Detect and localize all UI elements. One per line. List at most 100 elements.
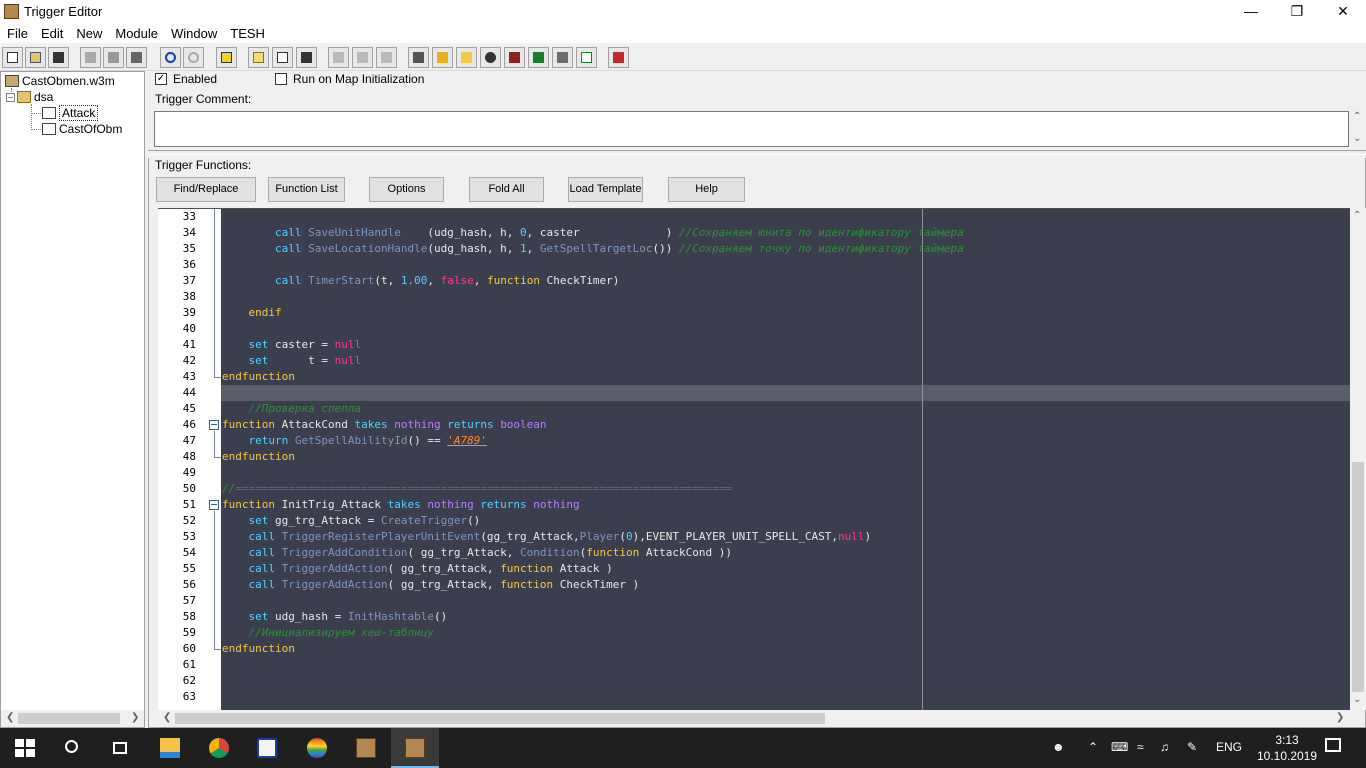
code-line-39: endif (248, 306, 282, 319)
volume-icon[interactable]: ♫ (1160, 740, 1169, 754)
module-icon[interactable] (552, 47, 573, 68)
minimize-button[interactable]: — (1228, 0, 1274, 24)
pen-icon[interactable]: ✎ (1187, 740, 1197, 754)
notifications-icon[interactable] (1325, 738, 1341, 752)
code-line-58: set udg_hash = InitHashtable() (248, 610, 448, 623)
tree-item-map[interactable]: CastObmen.w3m (5, 73, 115, 89)
wifi-icon[interactable]: ≈ (1137, 740, 1144, 754)
cut-icon[interactable] (80, 47, 101, 68)
new-comment-icon[interactable] (296, 47, 317, 68)
code-line-53: call TriggerRegisterPlayerUnitEvent(gg_t… (248, 530, 872, 543)
menu-window[interactable]: Window (164, 24, 223, 43)
redo-icon[interactable] (183, 47, 204, 68)
editor-horizontal-scrollbar[interactable]: ❮ ❯ (158, 710, 1350, 727)
code-line-43: endfunction (222, 370, 295, 383)
collapse-icon[interactable]: – (6, 92, 15, 102)
close-button[interactable]: ✕ (1320, 0, 1366, 24)
language-indicator[interactable]: ENG (1216, 740, 1242, 754)
trigger-editor-icon (4, 4, 19, 19)
scroll-left-icon[interactable]: ❮ (163, 712, 171, 723)
export-icon[interactable] (576, 47, 597, 68)
trigger-comment-field[interactable] (154, 111, 1349, 147)
people-icon[interactable]: ☻ (1052, 740, 1065, 754)
scroll-left-icon[interactable]: ❮ (6, 712, 14, 723)
load-template-button[interactable]: Load Template (568, 177, 643, 202)
tree-item-trigger-castofobm[interactable]: CastOfObm (42, 121, 122, 137)
menu-tesh[interactable]: TESH (223, 24, 271, 43)
input-icon[interactable]: ⌨ (1111, 740, 1128, 754)
enabled-checkbox[interactable]: ✓ Enabled (155, 72, 217, 86)
find-replace-button[interactable]: Find/Replace (156, 177, 256, 202)
line-number: 48 (182, 450, 196, 463)
campaign-editor-icon[interactable] (480, 47, 501, 68)
sound-editor-icon[interactable] (456, 47, 477, 68)
delete-icon[interactable] (216, 47, 237, 68)
copy-icon[interactable] (103, 47, 124, 68)
trigger-tree: CastObmen.w3m – dsa Attack CastOfObm ❮ ❯ (0, 71, 145, 728)
terrain-editor-icon[interactable] (328, 47, 349, 68)
run-on-init-checkbox[interactable]: Run on Map Initialization (275, 72, 424, 86)
run-on-init-check-icon[interactable] (275, 73, 287, 85)
folder-icon (17, 91, 31, 103)
paste-icon[interactable] (126, 47, 147, 68)
save-icon[interactable] (48, 47, 69, 68)
fold-toggle-icon[interactable] (209, 420, 219, 430)
new-trigger-icon[interactable] (272, 47, 293, 68)
scroll-down-icon[interactable]: ⌄ (1353, 694, 1361, 705)
taskbar: ☻ ⌃ ⌨ ≈ ♫ ✎ ENG 3:13 10.10.2019 (0, 728, 1366, 768)
unit-editor-icon[interactable] (352, 47, 373, 68)
options-button[interactable]: Options (369, 177, 444, 202)
menu-module[interactable]: Module (108, 24, 164, 43)
tree-item-category[interactable]: – dsa (6, 89, 53, 105)
menu-file[interactable]: File (0, 24, 34, 43)
scroll-down-icon[interactable]: ⌄ (1353, 133, 1361, 144)
object-editor-icon[interactable] (408, 47, 429, 68)
function-list-button[interactable]: Function List (268, 177, 345, 202)
fold-toggle-icon[interactable] (209, 500, 219, 510)
ai-editor-icon[interactable] (432, 47, 453, 68)
editor-vertical-scrollbar[interactable]: ⌃ ⌄ (1350, 208, 1366, 710)
line-number: 52 (182, 514, 196, 527)
object-manager-icon[interactable] (528, 47, 549, 68)
open-icon[interactable] (25, 47, 46, 68)
menu-new[interactable]: New (69, 24, 108, 43)
import-manager-icon[interactable] (504, 47, 525, 68)
taskbar-trigger-editor[interactable] (391, 728, 439, 768)
trigger-editor-tool-icon[interactable] (376, 47, 397, 68)
chevron-up-icon[interactable]: ⌃ (1088, 740, 1098, 754)
help-button[interactable]: Help (668, 177, 745, 202)
taskbar-chrome[interactable] (195, 728, 243, 768)
clock-date[interactable]: 10.10.2019 (1250, 749, 1324, 763)
clock-time[interactable]: 3:13 (1264, 733, 1310, 747)
task-view-button[interactable] (96, 728, 144, 768)
search-button[interactable] (48, 728, 96, 768)
tree-item-trigger-attack[interactable]: Attack (42, 105, 99, 121)
undo-icon[interactable] (160, 47, 181, 68)
scroll-up-icon[interactable]: ⌃ (1353, 111, 1361, 122)
scroll-right-icon[interactable]: ❯ (131, 712, 139, 723)
pane-divider[interactable] (148, 150, 1366, 155)
new-map-icon[interactable] (2, 47, 23, 68)
line-number: 55 (182, 562, 196, 575)
trigger-functions-label: Trigger Functions: (155, 158, 252, 172)
enabled-check-icon[interactable]: ✓ (155, 73, 167, 85)
code-line-55: call TriggerAddAction( gg_trg_Attack, fu… (248, 562, 613, 575)
test-map-icon[interactable] (608, 47, 629, 68)
line-number: 45 (182, 402, 196, 415)
menu-edit[interactable]: Edit (34, 24, 69, 43)
comment-scrollbar[interactable]: ⌃ ⌄ (1350, 111, 1365, 147)
maximize-button[interactable]: ❐ (1274, 0, 1320, 24)
code-line-59: //Инициализируем хеш-таблицу (248, 626, 434, 639)
taskbar-color-app[interactable] (293, 728, 341, 768)
scroll-up-icon[interactable]: ⌃ (1353, 210, 1361, 221)
taskbar-world-editor[interactable] (342, 728, 390, 768)
taskbar-explorer[interactable] (146, 728, 194, 768)
start-button[interactable] (0, 728, 48, 768)
new-category-icon[interactable] (248, 47, 269, 68)
scroll-right-icon[interactable]: ❯ (1336, 712, 1344, 723)
fold-all-button[interactable]: Fold All (469, 177, 544, 202)
taskbar-editor-app[interactable] (243, 728, 291, 768)
jass-code-editor[interactable]: 33 34 35 36 37 38 39 40 41 42 43 44 45 46 47 48 49 50 51 52… (158, 208, 1350, 710)
tree-horizontal-scrollbar[interactable]: ❮ ❯ (1, 710, 144, 727)
code-line-60: endfunction (222, 642, 295, 655)
